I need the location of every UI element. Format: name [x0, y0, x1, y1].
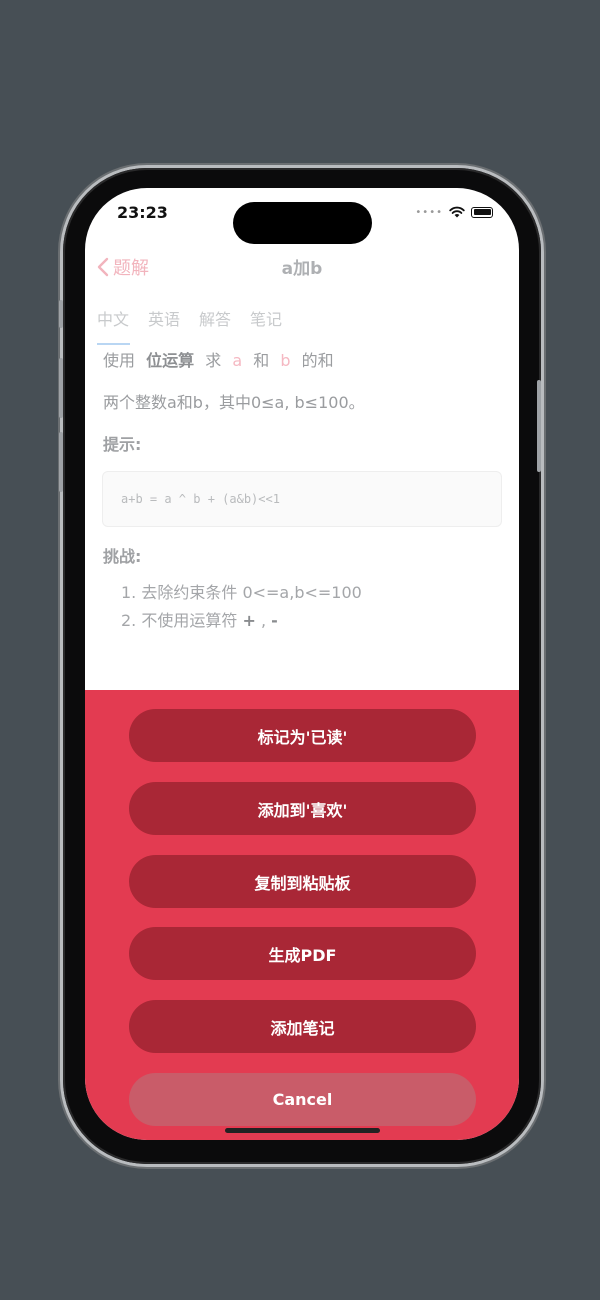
active-tab-indicator: [97, 343, 130, 345]
battery-icon: [471, 206, 493, 218]
operator-plus: +: [242, 611, 256, 630]
hint-heading: 提示:: [103, 435, 142, 454]
statement-text: 的和: [301, 351, 334, 370]
challenge-text: ,: [255, 611, 272, 630]
cell-signal-icon: ••••: [415, 206, 443, 218]
page-title: a加b: [281, 259, 323, 279]
screen: 23:23 •••• 题解 a加b 中文 英语 解答 笔记 使用 位运算 求 a…: [85, 188, 519, 1140]
volume-up-button: [59, 358, 63, 418]
tab-bar: 中文 英语 解答 笔记: [97, 306, 282, 330]
status-icons: ••••: [415, 206, 493, 218]
problem-content: 使用 位运算 求 a 和 b 的和 两个整数a和b，其中0≤a, b≤100。 …: [102, 350, 503, 635]
tab-notes[interactable]: 笔记: [250, 306, 282, 330]
problem-constraint: 两个整数a和b，其中0≤a, b≤100。: [103, 393, 365, 412]
statement-text: 和: [253, 351, 270, 370]
add-note-button[interactable]: 添加笔记: [129, 1000, 476, 1053]
status-time: 23:23: [117, 203, 168, 222]
challenge-list: 1. 去除约束条件 0<=a,b<=100 2. 不使用运算符 + , -: [103, 579, 503, 635]
challenge-heading: 挑战:: [103, 547, 142, 566]
challenge-item: 2. 不使用运算符 + , -: [121, 607, 503, 635]
dynamic-island: [233, 202, 372, 244]
challenge-text: 2. 不使用运算符: [121, 611, 243, 630]
problem-statement: 使用 位运算 求 a 和 b 的和: [103, 350, 503, 372]
statement-bold: 位运算: [146, 351, 195, 370]
variable-a: a: [232, 351, 243, 370]
mark-read-button[interactable]: 标记为'已读': [129, 709, 476, 762]
copy-clipboard-button[interactable]: 复制到粘贴板: [129, 855, 476, 908]
tab-solution[interactable]: 解答: [199, 306, 231, 330]
tab-english[interactable]: 英语: [148, 306, 180, 330]
add-favorite-button[interactable]: 添加到'喜欢': [129, 782, 476, 835]
volume-down-button: [59, 432, 63, 492]
variable-b: b: [280, 351, 291, 370]
action-sheet: 标记为'已读' 添加到'喜欢' 复制到粘贴板 生成PDF 添加笔记 Cancel: [85, 690, 519, 1140]
statement-text: 求: [205, 351, 222, 370]
power-button: [537, 380, 541, 472]
challenge-item: 1. 去除约束条件 0<=a,b<=100: [121, 583, 362, 602]
statement-text: 使用: [103, 351, 136, 370]
generate-pdf-button[interactable]: 生成PDF: [129, 927, 476, 980]
wifi-icon: [449, 206, 465, 218]
operator-minus: -: [271, 611, 278, 630]
tab-chinese[interactable]: 中文: [97, 306, 129, 330]
silent-switch: [59, 300, 63, 328]
home-indicator[interactable]: [225, 1128, 380, 1133]
cancel-button[interactable]: Cancel: [129, 1073, 476, 1126]
hint-code-block: a+b = a ^ b + (a&b)<<1: [102, 471, 502, 527]
